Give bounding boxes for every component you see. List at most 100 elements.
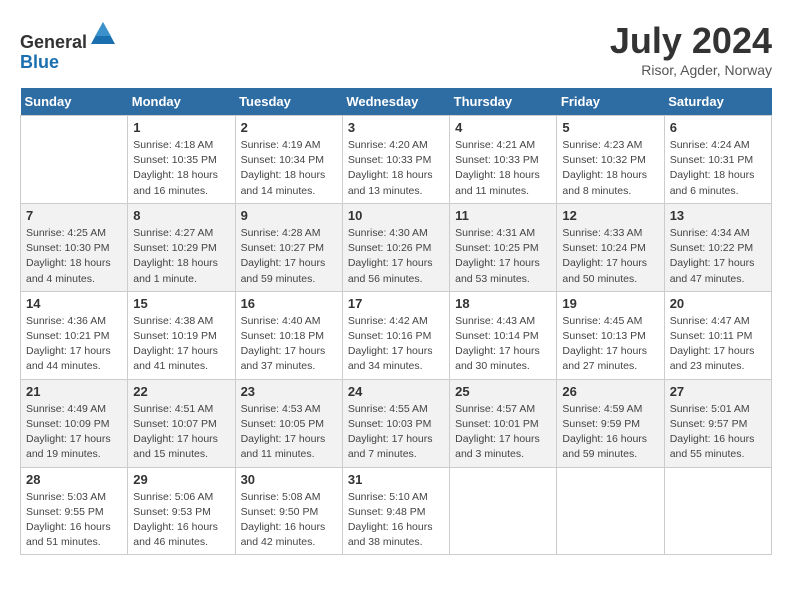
day-info: Sunrise: 4:43 AM Sunset: 10:14 PM Daylig… [455, 314, 551, 375]
day-number: 23 [241, 384, 337, 399]
day-number: 5 [562, 120, 658, 135]
calendar-cell [21, 116, 128, 204]
calendar-cell: 14 Sunrise: 4:36 AM Sunset: 10:21 PM Dayl… [21, 291, 128, 379]
day-info: Sunrise: 4:59 AM Sunset: 9:59 PM Dayligh… [562, 402, 658, 463]
day-number: 18 [455, 296, 551, 311]
week-row-3: 14 Sunrise: 4:36 AM Sunset: 10:21 PM Dayl… [21, 291, 772, 379]
day-number: 13 [670, 208, 766, 223]
calendar-cell: 23 Sunrise: 4:53 AM Sunset: 10:05 PM Dayl… [235, 379, 342, 467]
day-number: 1 [133, 120, 229, 135]
day-number: 8 [133, 208, 229, 223]
day-number: 26 [562, 384, 658, 399]
calendar-cell: 1 Sunrise: 4:18 AM Sunset: 10:35 PM Dayli… [128, 116, 235, 204]
calendar-cell: 20Sunrise: 4:47 AM Sunset: 10:11 PM Dayl… [664, 291, 771, 379]
calendar-cell: 29 Sunrise: 5:06 AM Sunset: 9:53 PM Dayli… [128, 467, 235, 555]
calendar-cell: 25 Sunrise: 4:57 AM Sunset: 10:01 PM Dayl… [450, 379, 557, 467]
logo-blue: Blue [20, 52, 59, 72]
day-info: Sunrise: 4:18 AM Sunset: 10:35 PM Daylig… [133, 138, 229, 199]
day-info: Sunrise: 4:27 AM Sunset: 10:29 PM Daylig… [133, 226, 229, 287]
day-number: 2 [241, 120, 337, 135]
day-info: Sunrise: 4:31 AM Sunset: 10:25 PM Daylig… [455, 226, 551, 287]
day-number: 20 [670, 296, 766, 311]
weekday-header-thursday: Thursday [450, 88, 557, 116]
day-info: Sunrise: 4:24 AM Sunset: 10:31 PM Daylig… [670, 138, 766, 199]
weekday-header-sunday: Sunday [21, 88, 128, 116]
weekday-header-monday: Monday [128, 88, 235, 116]
day-info: Sunrise: 4:28 AM Sunset: 10:27 PM Daylig… [241, 226, 337, 287]
calendar-cell: 26 Sunrise: 4:59 AM Sunset: 9:59 PM Dayli… [557, 379, 664, 467]
day-number: 30 [241, 472, 337, 487]
day-number: 22 [133, 384, 229, 399]
calendar-cell: 11 Sunrise: 4:31 AM Sunset: 10:25 PM Dayl… [450, 203, 557, 291]
week-row-1: 1 Sunrise: 4:18 AM Sunset: 10:35 PM Dayli… [21, 116, 772, 204]
weekday-header-row: SundayMondayTuesdayWednesdayThursdayFrid… [21, 88, 772, 116]
day-number: 27 [670, 384, 766, 399]
calendar-cell: 31Sunrise: 5:10 AM Sunset: 9:48 PM Dayli… [342, 467, 449, 555]
week-row-2: 7 Sunrise: 4:25 AM Sunset: 10:30 PM Dayli… [21, 203, 772, 291]
day-info: Sunrise: 5:08 AM Sunset: 9:50 PM Dayligh… [241, 490, 337, 551]
calendar-cell: 24Sunrise: 4:55 AM Sunset: 10:03 PM Dayl… [342, 379, 449, 467]
day-info: Sunrise: 5:01 AM Sunset: 9:57 PM Dayligh… [670, 402, 766, 463]
calendar-cell: 18 Sunrise: 4:43 AM Sunset: 10:14 PM Dayl… [450, 291, 557, 379]
calendar-cell [664, 467, 771, 555]
logo: General Blue [20, 20, 115, 73]
day-info: Sunrise: 4:49 AM Sunset: 10:09 PM Daylig… [26, 402, 122, 463]
calendar-cell: 5 Sunrise: 4:23 AM Sunset: 10:32 PM Dayli… [557, 116, 664, 204]
day-info: Sunrise: 4:25 AM Sunset: 10:30 PM Daylig… [26, 226, 122, 287]
day-info: Sunrise: 4:19 AM Sunset: 10:34 PM Daylig… [241, 138, 337, 199]
day-number: 25 [455, 384, 551, 399]
calendar-cell: 9 Sunrise: 4:28 AM Sunset: 10:27 PM Dayli… [235, 203, 342, 291]
calendar-cell: 16Sunrise: 4:40 AM Sunset: 10:18 PM Dayl… [235, 291, 342, 379]
logo-general: General [20, 32, 87, 52]
calendar-cell: 15 Sunrise: 4:38 AM Sunset: 10:19 PM Dayl… [128, 291, 235, 379]
logo-icon [89, 20, 117, 48]
day-number: 9 [241, 208, 337, 223]
day-number: 24 [348, 384, 444, 399]
day-number: 29 [133, 472, 229, 487]
day-info: Sunrise: 4:21 AM Sunset: 10:33 PM Daylig… [455, 138, 551, 199]
calendar-cell: 8 Sunrise: 4:27 AM Sunset: 10:29 PM Dayli… [128, 203, 235, 291]
day-info: Sunrise: 4:33 AM Sunset: 10:24 PM Daylig… [562, 226, 658, 287]
calendar-cell: 7 Sunrise: 4:25 AM Sunset: 10:30 PM Dayli… [21, 203, 128, 291]
day-info: Sunrise: 4:23 AM Sunset: 10:32 PM Daylig… [562, 138, 658, 199]
day-info: Sunrise: 5:06 AM Sunset: 9:53 PM Dayligh… [133, 490, 229, 551]
day-number: 19 [562, 296, 658, 311]
day-number: 28 [26, 472, 122, 487]
calendar-cell: 19Sunrise: 4:45 AM Sunset: 10:13 PM Dayl… [557, 291, 664, 379]
calendar-cell: 28 Sunrise: 5:03 AM Sunset: 9:55 PM Dayli… [21, 467, 128, 555]
weekday-header-friday: Friday [557, 88, 664, 116]
calendar-cell: 21Sunrise: 4:49 AM Sunset: 10:09 PM Dayl… [21, 379, 128, 467]
day-info: Sunrise: 4:51 AM Sunset: 10:07 PM Daylig… [133, 402, 229, 463]
day-info: Sunrise: 4:38 AM Sunset: 10:19 PM Daylig… [133, 314, 229, 375]
day-info: Sunrise: 4:57 AM Sunset: 10:01 PM Daylig… [455, 402, 551, 463]
day-number: 7 [26, 208, 122, 223]
day-number: 11 [455, 208, 551, 223]
day-number: 4 [455, 120, 551, 135]
day-number: 17 [348, 296, 444, 311]
weekday-header-saturday: Saturday [664, 88, 771, 116]
day-number: 6 [670, 120, 766, 135]
calendar-cell: 17Sunrise: 4:42 AM Sunset: 10:16 PM Dayl… [342, 291, 449, 379]
day-info: Sunrise: 5:03 AM Sunset: 9:55 PM Dayligh… [26, 490, 122, 551]
day-number: 15 [133, 296, 229, 311]
day-number: 14 [26, 296, 122, 311]
calendar-cell: 3 Sunrise: 4:20 AM Sunset: 10:33 PM Dayli… [342, 116, 449, 204]
calendar-cell [450, 467, 557, 555]
day-info: Sunrise: 5:10 AM Sunset: 9:48 PM Dayligh… [348, 490, 444, 551]
weekday-header-tuesday: Tuesday [235, 88, 342, 116]
day-info: Sunrise: 4:53 AM Sunset: 10:05 PM Daylig… [241, 402, 337, 463]
calendar-cell: 12Sunrise: 4:33 AM Sunset: 10:24 PM Dayl… [557, 203, 664, 291]
day-info: Sunrise: 4:40 AM Sunset: 10:18 PM Daylig… [241, 314, 337, 375]
calendar-cell [557, 467, 664, 555]
day-number: 3 [348, 120, 444, 135]
day-info: Sunrise: 4:20 AM Sunset: 10:33 PM Daylig… [348, 138, 444, 199]
day-number: 10 [348, 208, 444, 223]
calendar-cell: 6 Sunrise: 4:24 AM Sunset: 10:31 PM Dayli… [664, 116, 771, 204]
calendar-cell: 10Sunrise: 4:30 AM Sunset: 10:26 PM Dayl… [342, 203, 449, 291]
subtitle: Risor, Agder, Norway [610, 62, 772, 78]
calendar-table: SundayMondayTuesdayWednesdayThursdayFrid… [20, 88, 772, 555]
calendar-cell: 4 Sunrise: 4:21 AM Sunset: 10:33 PM Dayli… [450, 116, 557, 204]
calendar-cell: 2 Sunrise: 4:19 AM Sunset: 10:34 PM Dayli… [235, 116, 342, 204]
day-info: Sunrise: 4:36 AM Sunset: 10:21 PM Daylig… [26, 314, 122, 375]
week-row-4: 21Sunrise: 4:49 AM Sunset: 10:09 PM Dayl… [21, 379, 772, 467]
